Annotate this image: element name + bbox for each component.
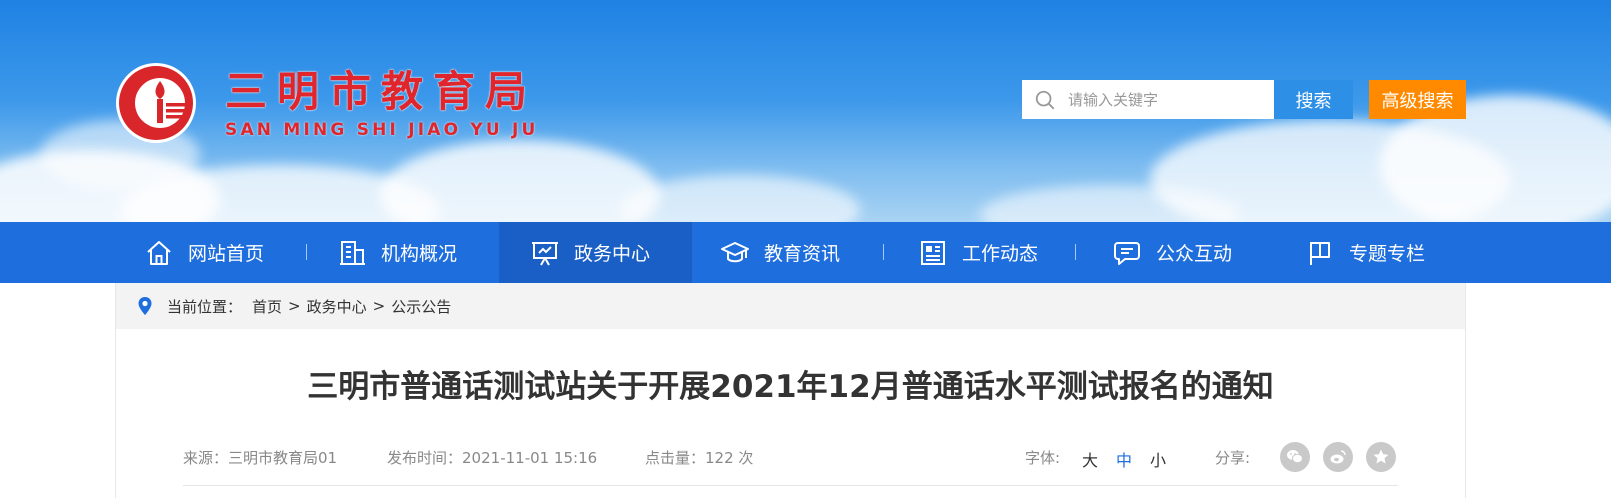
clicks-label: 点击量：	[645, 449, 706, 467]
header-banner: 三明市教育局 SAN MING SHI JIAO YU JU 搜索 高级搜索	[0, 0, 1611, 222]
source-label: 来源：	[183, 449, 229, 467]
font-size-small[interactable]: 小	[1150, 447, 1166, 471]
breadcrumb-announcements[interactable]: 公示公告	[391, 296, 451, 317]
share-wechat-button[interactable]	[1280, 442, 1310, 472]
nav-separator	[883, 244, 884, 260]
date-value: 2021-11-01 15:16	[462, 449, 598, 467]
breadcrumb-separator: >	[288, 297, 301, 315]
home-icon	[147, 240, 171, 265]
font-size-large[interactable]: 大	[1082, 447, 1098, 471]
breadcrumb: 当前位置： 首页 > 政务中心 > 公示公告	[116, 283, 1465, 329]
share-label: 分享:	[1215, 449, 1251, 467]
font-size-medium[interactable]: 中	[1116, 447, 1132, 471]
breadcrumb-prefix: 当前位置：	[167, 297, 243, 316]
breadcrumb-home[interactable]: 首页	[252, 296, 282, 317]
nav-item-edu-news[interactable]: 教育资讯	[720, 222, 840, 283]
wechat-icon	[1287, 450, 1303, 464]
font-size-label: 字体:	[1025, 449, 1061, 467]
article-title: 三明市普通话测试站关于开展2021年12月普通话水平测试报名的通知	[307, 369, 1274, 405]
favorite-button[interactable]	[1366, 442, 1396, 472]
article-meta: 来源：三明市教育局01 发布时间：2021-11-01 15:16 点击量：12…	[183, 442, 1398, 472]
graduation-cap-icon	[721, 241, 749, 262]
date-label: 发布时间：	[387, 449, 463, 467]
search-button[interactable]: 搜索	[1274, 80, 1353, 119]
meta-divider	[183, 485, 1398, 486]
nav-label: 机构概况	[381, 243, 458, 265]
share-weibo-button[interactable]	[1323, 442, 1353, 472]
nav-item-interaction[interactable]: 公众互动	[1112, 222, 1232, 283]
article-date: 发布时间：2021-11-01 15:16	[387, 447, 597, 468]
nav-label: 教育资讯	[764, 243, 841, 265]
chat-icon	[1114, 241, 1140, 265]
site-logo[interactable]	[114, 61, 198, 145]
search-box	[1022, 80, 1274, 119]
nav-item-work-news[interactable]: 工作动态	[918, 222, 1038, 283]
site-subtitle: SAN MING SHI JIAO YU JU	[225, 120, 539, 140]
search-input[interactable]	[1068, 81, 1268, 118]
nav-item-special[interactable]: 专题专栏	[1305, 222, 1425, 283]
nav-label: 公众互动	[1156, 243, 1233, 265]
search-icon	[1035, 90, 1055, 109]
favorite-star-icon	[1373, 449, 1389, 464]
nav-item-org[interactable]: 机构概况	[337, 222, 457, 283]
source-value: 三明市教育局01	[228, 449, 338, 467]
location-pin-icon	[138, 297, 152, 315]
presentation-icon	[532, 241, 558, 265]
site-title: 三明市教育局	[225, 67, 538, 116]
nav-item-home[interactable]: 网站首页	[144, 222, 264, 283]
article-source: 来源：三明市教育局01	[183, 447, 337, 468]
weibo-icon	[1330, 450, 1346, 464]
nav-separator	[306, 244, 307, 260]
nav-label: 工作动态	[962, 243, 1039, 265]
building-icon	[340, 240, 365, 265]
nav-item-gov-center[interactable]: 政务中心	[499, 222, 692, 283]
nav-label: 专题专栏	[1349, 243, 1426, 265]
breadcrumb-separator: >	[372, 297, 386, 315]
article-clicks: 点击量：122 次	[645, 447, 753, 468]
flag-icon	[1310, 241, 1330, 265]
cloud	[380, 140, 660, 222]
advanced-search-button[interactable]: 高级搜索	[1369, 80, 1466, 119]
main-nav: 网站首页 机构概况 政务中心 教育资讯 工作动态 公众互动 专题专栏	[0, 222, 1611, 283]
nav-label: 政务中心	[574, 243, 651, 265]
newspaper-icon	[921, 240, 945, 265]
nav-label: 网站首页	[188, 243, 265, 265]
clicks-value: 122 次	[705, 449, 754, 467]
nav-separator	[1075, 244, 1076, 260]
breadcrumb-gov-center[interactable]: 政务中心	[307, 296, 367, 317]
